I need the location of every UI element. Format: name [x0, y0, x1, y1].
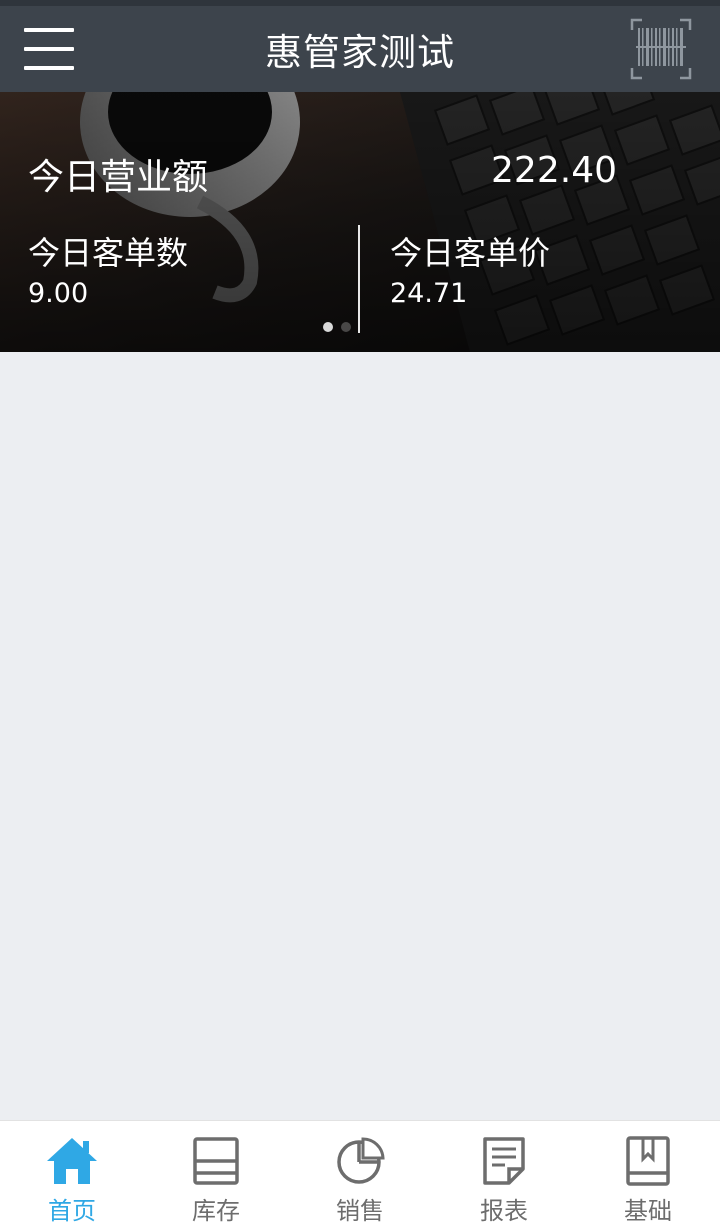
- tab-sales-label: 销售: [336, 1197, 384, 1225]
- today-orders-value: 9.00: [28, 278, 89, 309]
- report-icon: [483, 1137, 525, 1185]
- page-indicator-dot-1: [323, 322, 333, 332]
- tab-home-label: 首页: [48, 1197, 96, 1225]
- sales-summary-banner[interactable]: [0, 92, 720, 352]
- bottom-tab-bar: 首页 库存 销售 报表 基础: [0, 1120, 720, 1232]
- tab-sales[interactable]: 销售: [288, 1121, 432, 1232]
- home-icon: [47, 1138, 97, 1184]
- today-revenue-value: 222.40: [491, 150, 617, 191]
- tab-reports-label: 报表: [480, 1197, 528, 1225]
- today-revenue-label: 今日营业额: [28, 157, 209, 198]
- today-orders-label: 今日客单数: [28, 234, 189, 272]
- tab-basics[interactable]: 基础: [576, 1121, 720, 1232]
- banner-page-indicator: [323, 322, 351, 332]
- app-bar: 惠管家测试: [0, 6, 720, 92]
- stat-divider: [358, 225, 360, 333]
- tab-basics-label: 基础: [624, 1197, 672, 1225]
- main-content-area: [0, 352, 720, 1120]
- pie-chart-icon: [337, 1137, 385, 1184]
- book-icon: [626, 1136, 670, 1186]
- tab-reports[interactable]: 报表: [432, 1121, 576, 1232]
- tab-home[interactable]: 首页: [0, 1121, 144, 1232]
- today-avg-price-label: 今日客单价: [390, 234, 551, 272]
- tab-inventory[interactable]: 库存: [144, 1121, 288, 1232]
- hamburger-menu-icon[interactable]: [22, 24, 76, 74]
- page-indicator-dot-2: [341, 322, 351, 332]
- today-avg-price-value: 24.71: [390, 278, 468, 309]
- page-title: 惠管家测试: [265, 31, 455, 74]
- barcode-scan-icon[interactable]: [630, 18, 692, 80]
- inventory-icon: [193, 1137, 239, 1185]
- tab-inventory-label: 库存: [192, 1197, 240, 1225]
- banner-background-image: [0, 92, 720, 352]
